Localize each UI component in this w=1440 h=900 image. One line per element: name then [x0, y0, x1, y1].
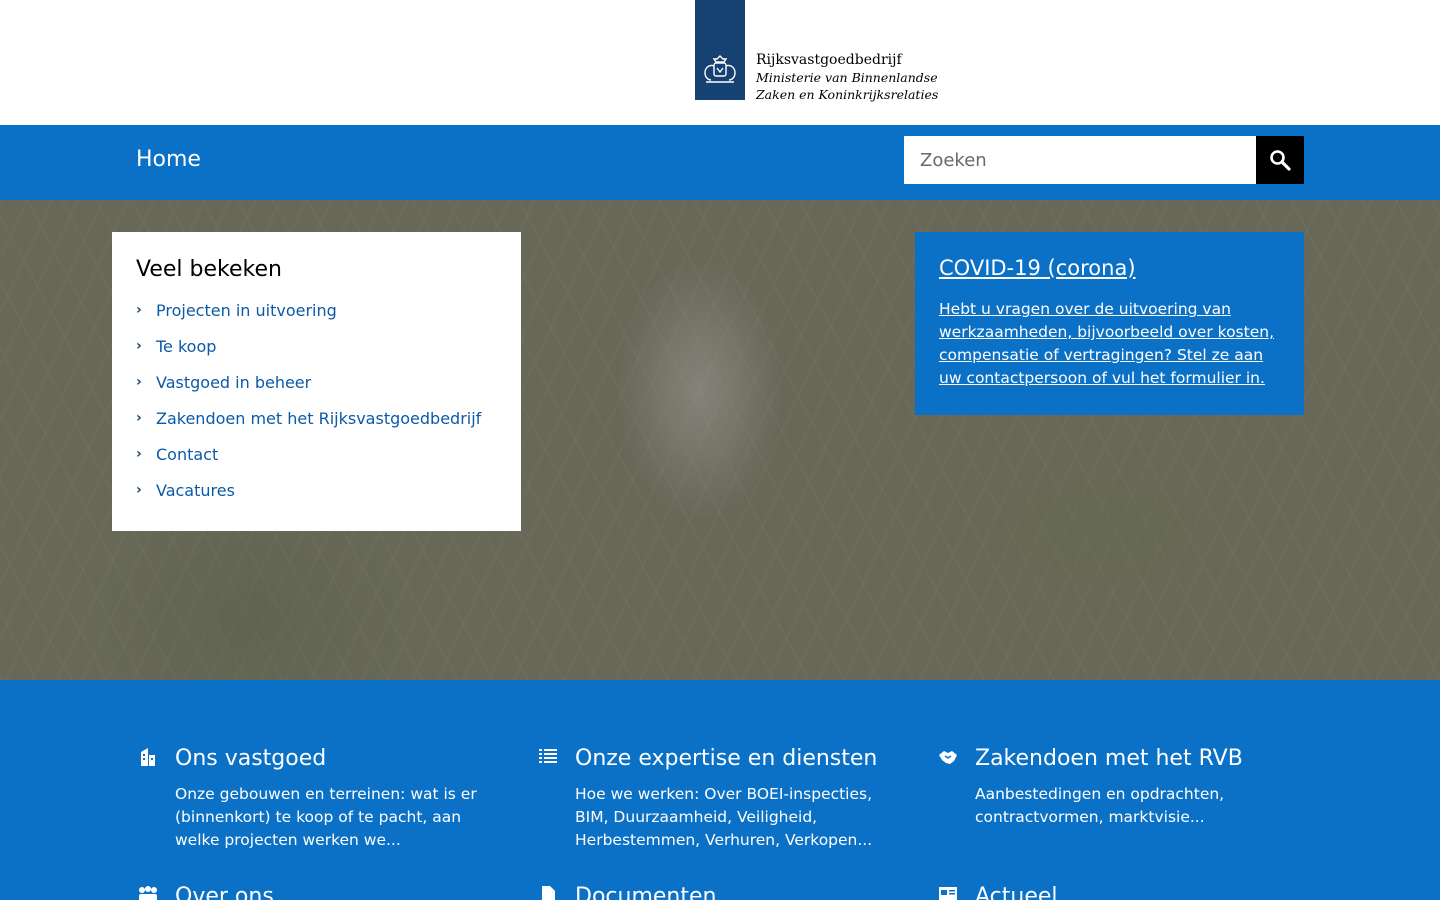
search-input[interactable]	[904, 136, 1256, 184]
hero-image: Veel bekeken › Projecten in uitvoering › T…	[0, 200, 1440, 680]
popular-item[interactable]: › Te koop	[136, 328, 497, 364]
covid-text: Hebt u vragen over de uitvoering van wer…	[939, 300, 1274, 387]
chevron-right-icon: ›	[136, 410, 142, 426]
popular-item[interactable]: › Projecten in uitvoering	[136, 292, 497, 328]
popular-link[interactable]: Zakendoen met het Rijksvastgoedbedrijf	[156, 409, 481, 428]
ministry-name: Ministerie van Binnenlandse Zaken en Kon…	[756, 70, 939, 102]
popular-list: › Projecten in uitvoering › Te koop › Vastg…	[136, 292, 497, 508]
popular-item[interactable]: › Contact	[136, 436, 497, 472]
logo-text: Rijksvastgoedbedrijf Ministerie van Binn…	[756, 52, 961, 103]
search-icon	[1270, 150, 1291, 171]
topic-title: Over ons	[175, 884, 274, 900]
popular-link[interactable]: Vastgoed in beheer	[156, 373, 311, 392]
popular-item[interactable]: › Zakendoen met het Rijksvastgoedbedrijf	[136, 400, 497, 436]
newspaper-icon	[939, 887, 957, 900]
chevron-right-icon: ›	[136, 446, 142, 462]
search-button[interactable]	[1256, 136, 1304, 184]
popular-item[interactable]: › Vastgoed in beheer	[136, 364, 497, 400]
topic-text: Onze gebouwen en terreinen: wat is er (b…	[175, 785, 477, 849]
covid-notice[interactable]: COVID-19 (corona) Hebt u vragen over de …	[915, 232, 1304, 415]
coat-of-arms-icon	[704, 55, 736, 83]
chevron-right-icon: ›	[136, 374, 142, 390]
chevron-right-icon: ›	[136, 338, 142, 354]
organisation-name: Rijksvastgoedbedrijf	[756, 52, 902, 68]
topic-title: Actueel	[975, 884, 1058, 900]
topic-text: Aanbestedingen en opdrachten, contractvo…	[975, 785, 1225, 826]
site-header: Rijksvastgoedbedrijf Ministerie van Binn…	[0, 0, 1440, 125]
popular-link[interactable]: Contact	[156, 445, 218, 464]
popular-links-panel: Veel bekeken › Projecten in uitvoering › T…	[112, 232, 521, 531]
popular-link[interactable]: Te koop	[156, 337, 216, 356]
chevron-right-icon: ›	[136, 302, 142, 318]
covid-title: COVID-19 (corona)	[939, 256, 1136, 280]
main-navigation: Home	[0, 125, 1440, 200]
popular-link[interactable]: Vacatures	[156, 481, 235, 500]
government-logo[interactable]	[695, 0, 745, 100]
people-icon	[139, 886, 157, 900]
topic-title: Onze expertise en diensten	[575, 746, 878, 771]
list-icon	[539, 749, 557, 763]
chevron-right-icon: ›	[136, 482, 142, 498]
topic-title: Documenten	[575, 884, 717, 900]
popular-title: Veel bekeken	[136, 257, 282, 282]
building-icon	[141, 748, 155, 766]
popular-link[interactable]: Projecten in uitvoering	[156, 301, 337, 320]
topic-text: Hoe we werken: Over BOEI-inspecties, BIM…	[575, 785, 873, 849]
document-icon	[542, 886, 555, 900]
topic-title: Zakendoen met het RVB	[975, 746, 1243, 771]
topic-title: Ons vastgoed	[175, 746, 327, 771]
topics-section: Ons vastgoed Onze gebouwen en terreinen:…	[0, 680, 1440, 900]
handshake-icon	[939, 751, 957, 764]
popular-item[interactable]: › Vacatures	[136, 472, 497, 508]
nav-home-link[interactable]: Home	[136, 147, 201, 172]
